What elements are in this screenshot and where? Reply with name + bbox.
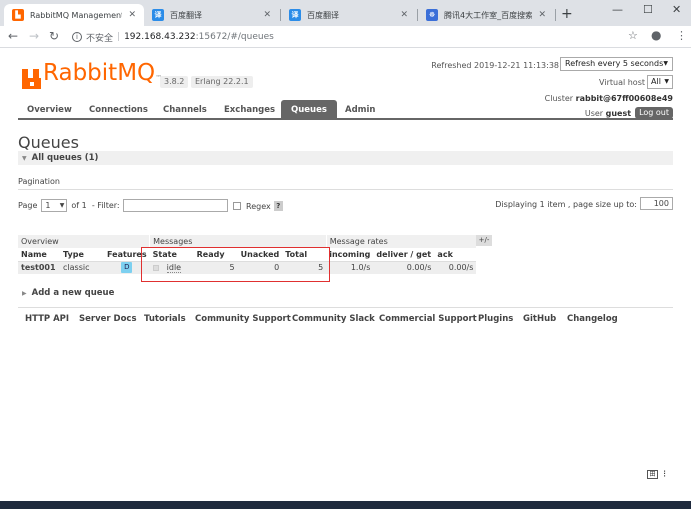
rabbitmq-logo[interactable]: RabbitMQ™	[22, 62, 162, 89]
page-title: Queues	[18, 133, 79, 152]
version-badge: 3.8.2	[160, 76, 189, 88]
add-queue-section-header[interactable]: ▶ Add a new queue	[22, 288, 114, 298]
reload-icon[interactable]: ↻	[49, 29, 59, 43]
expand-triangle-icon: ▶	[22, 290, 27, 297]
footer-links: HTTP API Server Docs Tutorials Community…	[18, 307, 673, 329]
collapse-triangle-icon: ▼	[22, 155, 27, 162]
group-header-overview: Overview	[18, 235, 151, 248]
filter-input[interactable]	[122, 199, 228, 212]
pagination-label: Pagination	[18, 177, 60, 186]
tab-channels[interactable]: Channels	[163, 100, 207, 120]
url-host: 192.168.43.232	[124, 32, 196, 42]
tab-exchanges[interactable]: Exchanges	[224, 100, 275, 120]
close-icon[interactable]: ✕	[538, 10, 546, 20]
pagination-row: Page 1 ▼ of 1 - Filter:	[18, 199, 228, 212]
footer-link-server-docs[interactable]: Server Docs	[79, 314, 137, 324]
os-taskbar	[0, 501, 691, 509]
logo-wordmark: RabbitMQ™	[43, 60, 163, 86]
tab-label: 百度翻译	[170, 10, 202, 20]
tab-queues[interactable]: Queues	[281, 100, 337, 120]
address-bar[interactable]: i 不安全 | 192.168.43.232 :15672/#/queues	[72, 29, 647, 45]
col-incoming[interactable]: incoming	[326, 248, 374, 262]
help-icon[interactable]: ?	[273, 201, 283, 211]
url-path: :15672/#/queues	[195, 32, 274, 42]
baidu-translate-icon: 译	[289, 9, 301, 21]
profile-icon[interactable]: ●	[651, 28, 661, 42]
close-icon[interactable]: ✕	[128, 10, 136, 20]
regex-option: Regex ?	[233, 201, 283, 211]
refresh-interval-select[interactable]: Refresh every 5 seconds ▼	[560, 57, 673, 71]
erlang-badge: Erlang 22.2.1	[191, 76, 253, 88]
window-close-icon[interactable]: ✕	[672, 3, 681, 16]
tab-connections[interactable]: Connections	[89, 100, 148, 120]
footer-link-http-api[interactable]: HTTP API	[25, 314, 69, 324]
group-header-message-rates: Message rates	[326, 235, 477, 248]
footer-link-community-slack[interactable]: Community Slack	[292, 314, 375, 324]
tab-admin[interactable]: Admin	[345, 100, 376, 120]
baidu-translate-icon: 译	[152, 9, 164, 21]
menu-kebab-icon[interactable]: ⋮	[676, 29, 687, 42]
footer-link-commercial-support[interactable]: Commercial Support	[379, 314, 477, 324]
minimize-icon[interactable]: —	[612, 3, 623, 16]
back-icon[interactable]: ←	[8, 29, 18, 43]
rabbitmq-icon: ▙	[12, 9, 24, 21]
page-select[interactable]: 1 ▼	[41, 199, 68, 212]
page-size-input[interactable]: 100	[640, 197, 673, 210]
baidu-paw-icon: ☸	[426, 9, 438, 21]
input-method-indicator[interactable]: 田 ⁝	[647, 469, 666, 480]
divider	[18, 189, 673, 190]
browser-tab-baidu-search[interactable]: ☸ 腾讯4大工作室_百度搜索 ✕	[418, 4, 554, 26]
tab-overview[interactable]: Overview	[27, 100, 72, 120]
chevron-down-icon: ▼	[663, 60, 668, 67]
col-ack[interactable]: ack	[434, 248, 477, 262]
tab-label: 百度翻译	[307, 10, 339, 20]
browser-tab-baidu-translate-1[interactable]: 译 百度翻译 ✕	[144, 4, 279, 26]
browser-tab-baidu-translate-2[interactable]: 译 百度翻译 ✕	[281, 4, 416, 26]
bookmark-star-icon[interactable]: ☆	[628, 29, 638, 42]
durable-feature-badge: D	[121, 262, 133, 274]
url-separator: |	[117, 32, 121, 42]
browser-toolbar: ← → ↻ i 不安全 | 192.168.43.232 :15672/#/qu…	[0, 26, 691, 48]
footer-link-tutorials[interactable]: Tutorials	[144, 314, 186, 324]
security-label: 不安全	[86, 33, 114, 44]
displaying-status: Displaying 1 item , page size up to:	[495, 200, 637, 209]
queue-type: classic	[60, 261, 104, 274]
info-icon[interactable]: i	[72, 32, 82, 42]
browser-tab-strip: ▙ RabbitMQ Management ✕ 译 百度翻译 ✕ 译 百度翻译 …	[0, 0, 691, 26]
tab-divider	[555, 9, 556, 21]
tab-label: RabbitMQ Management	[30, 10, 123, 20]
forward-icon[interactable]: →	[29, 29, 39, 43]
rabbitmq-page: RabbitMQ™ 3.8.2 Erlang 22.2.1 Refreshed …	[0, 49, 691, 501]
regex-checkbox[interactable]	[233, 202, 241, 210]
browser-tab-rabbitmq[interactable]: ▙ RabbitMQ Management ✕	[4, 4, 144, 26]
footer-link-changelog[interactable]: Changelog	[567, 314, 618, 324]
col-name[interactable]: Name	[18, 248, 60, 262]
rabbitmq-logo-icon	[22, 69, 41, 89]
highlight-annotation-box	[141, 247, 330, 282]
column-toggle-button[interactable]: +/-	[476, 235, 492, 246]
queue-name-link[interactable]: test001	[18, 261, 60, 274]
main-nav: Overview Connections Channels Exchanges …	[18, 100, 673, 120]
footer-link-community-support[interactable]: Community Support	[195, 314, 291, 324]
rate-incoming: 1.0/s	[326, 261, 374, 274]
input-toggle-icon: ⁝	[663, 469, 667, 480]
footer-link-github[interactable]: GitHub	[523, 314, 556, 324]
chevron-down-icon: ▼	[664, 78, 669, 85]
vhost-select[interactable]: All ▼	[647, 75, 673, 89]
close-icon[interactable]: ✕	[400, 10, 408, 20]
tab-label: 腾讯4大工作室_百度搜索	[444, 10, 533, 20]
refreshed-status: Refreshed 2019-12-21 11:13:38	[431, 61, 559, 70]
footer-link-plugins[interactable]: Plugins	[478, 314, 513, 324]
vhost-label: Virtual host	[599, 78, 645, 87]
maximize-icon[interactable]: ☐	[643, 3, 653, 16]
rate-deliver-get: 0.00/s	[373, 261, 435, 274]
keyboard-grid-icon: 田	[647, 470, 658, 479]
all-queues-section-header[interactable]: ▼ All queues (1)	[18, 151, 673, 165]
chevron-down-icon: ▼	[59, 202, 65, 209]
close-icon[interactable]: ✕	[263, 10, 271, 20]
col-type[interactable]: Type	[60, 248, 104, 262]
col-deliver-get[interactable]: deliver / get	[373, 248, 435, 262]
new-tab-icon[interactable]: +	[561, 6, 573, 22]
rate-ack: 0.00/s	[434, 261, 477, 274]
